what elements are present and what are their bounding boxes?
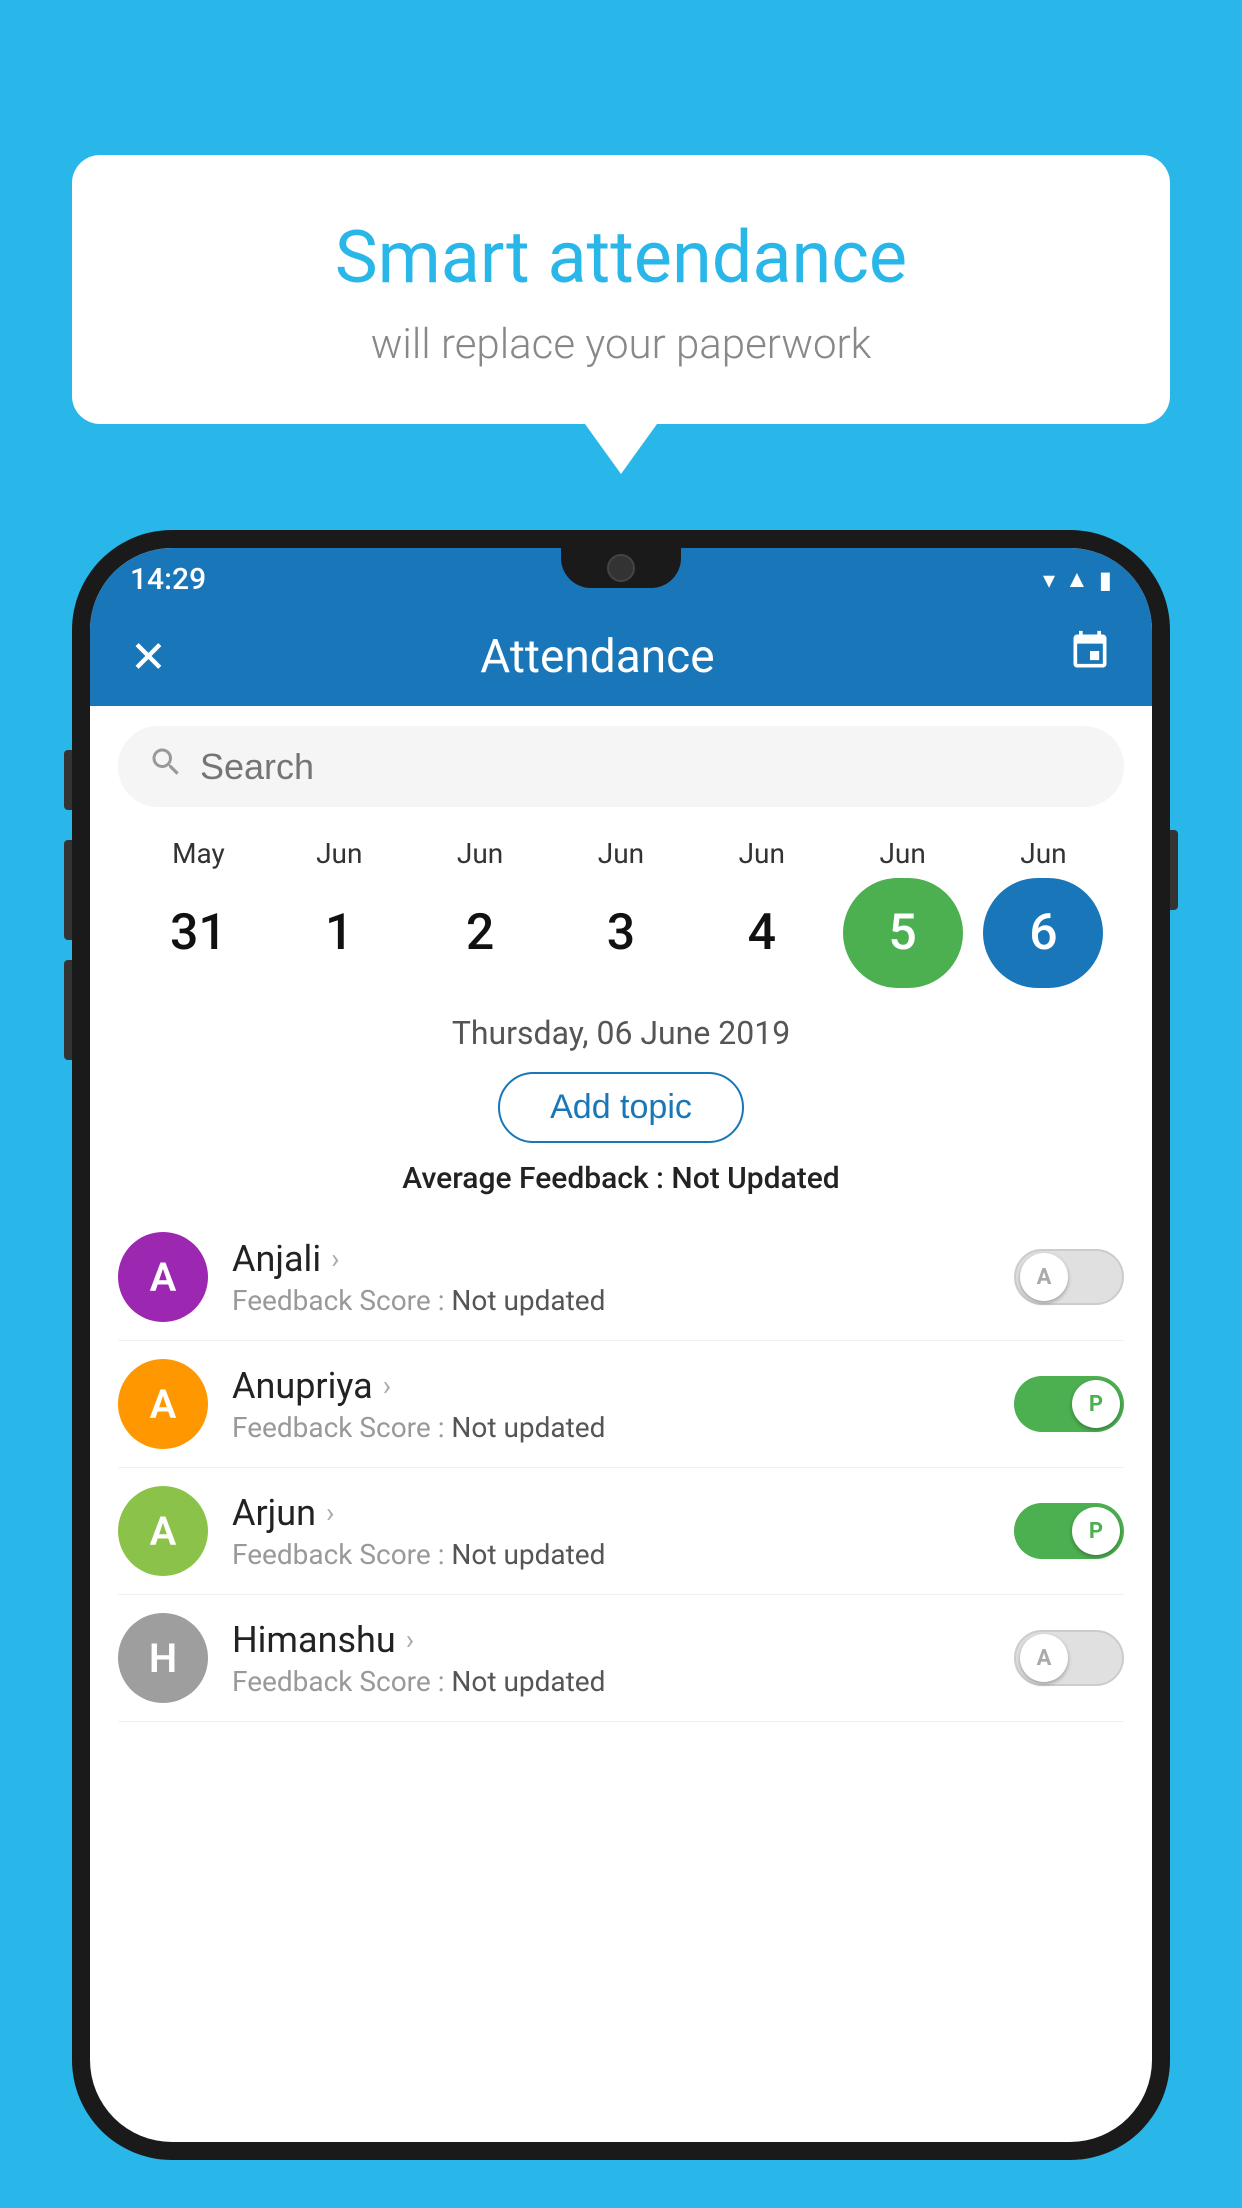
search-input[interactable] bbox=[200, 746, 1094, 788]
student-item-anupriya[interactable]: A Anupriya › Feedback Score : Not update… bbox=[118, 1341, 1124, 1468]
calendar-strip: May Jun Jun Jun Jun Jun Jun 31 1 2 3 4 5… bbox=[90, 827, 1152, 996]
attendance-toggle-himanshu[interactable]: A bbox=[1014, 1630, 1124, 1686]
student-name-himanshu: Himanshu › bbox=[232, 1619, 1014, 1661]
signal-icon: ▲ bbox=[1065, 565, 1089, 594]
cal-month-1: Jun bbox=[279, 837, 399, 870]
attendance-toggle-arjun[interactable]: P bbox=[1014, 1503, 1124, 1559]
avg-feedback-label: Average Feedback : bbox=[402, 1161, 664, 1196]
cal-month-2: Jun bbox=[420, 837, 540, 870]
cal-date-31[interactable]: 31 bbox=[138, 878, 258, 988]
phone-volume-up-button bbox=[64, 840, 72, 940]
phone-container: 14:29 ▾ ▲ ▮ ✕ Attendance bbox=[72, 530, 1170, 2208]
speech-bubble-title: Smart attendance bbox=[132, 215, 1110, 300]
toggle-arjun[interactable]: P bbox=[1014, 1503, 1124, 1559]
student-item-arjun[interactable]: A Arjun › Feedback Score : Not updated P bbox=[118, 1468, 1124, 1595]
speech-bubble: Smart attendance will replace your paper… bbox=[72, 155, 1170, 424]
calendar-dates: 31 1 2 3 4 5 6 bbox=[118, 870, 1124, 996]
speech-bubble-subtitle: will replace your paperwork bbox=[132, 320, 1110, 369]
toggle-knob-anupriya: P bbox=[1072, 1380, 1120, 1428]
student-info-arjun: Arjun › Feedback Score : Not updated bbox=[232, 1492, 1014, 1571]
calendar-months: May Jun Jun Jun Jun Jun Jun bbox=[118, 837, 1124, 870]
cal-date-3[interactable]: 3 bbox=[561, 878, 681, 988]
cal-date-6[interactable]: 6 bbox=[983, 878, 1103, 988]
student-name-arjun: Arjun › bbox=[232, 1492, 1014, 1534]
student-item-himanshu[interactable]: H Himanshu › Feedback Score : Not update… bbox=[118, 1595, 1124, 1722]
toggle-anupriya[interactable]: P bbox=[1014, 1376, 1124, 1432]
speech-bubble-container: Smart attendance will replace your paper… bbox=[72, 155, 1170, 474]
cal-date-4[interactable]: 4 bbox=[702, 878, 822, 988]
speech-bubble-arrow bbox=[585, 424, 657, 474]
student-item-anjali[interactable]: A Anjali › Feedback Score : Not updated … bbox=[118, 1214, 1124, 1341]
cal-month-5: Jun bbox=[843, 837, 963, 870]
cal-date-5[interactable]: 5 bbox=[843, 878, 963, 988]
student-list: A Anjali › Feedback Score : Not updated … bbox=[90, 1214, 1152, 1722]
status-icons: ▾ ▲ ▮ bbox=[1043, 565, 1112, 594]
app-bar-title: Attendance bbox=[127, 630, 1068, 684]
attendance-toggle-anjali[interactable]: A bbox=[1014, 1249, 1124, 1305]
student-info-himanshu: Himanshu › Feedback Score : Not updated bbox=[232, 1619, 1014, 1698]
cal-month-0: May bbox=[138, 837, 258, 870]
phone-notch bbox=[561, 548, 681, 588]
avatar-arjun: A bbox=[118, 1486, 208, 1576]
avatar-anupriya: A bbox=[118, 1359, 208, 1449]
cal-date-1[interactable]: 1 bbox=[279, 878, 399, 988]
attendance-toggle-anupriya[interactable]: P bbox=[1014, 1376, 1124, 1432]
phone-camera bbox=[607, 554, 635, 582]
phone-silent-button bbox=[64, 750, 72, 810]
chevron-right-icon: › bbox=[406, 1623, 414, 1656]
avatar-himanshu: H bbox=[118, 1613, 208, 1703]
student-feedback-himanshu: Feedback Score : Not updated bbox=[232, 1665, 1014, 1698]
phone-power-button bbox=[1170, 830, 1178, 910]
avg-feedback: Average Feedback : Not Updated bbox=[90, 1153, 1152, 1214]
chevron-right-icon: › bbox=[326, 1496, 334, 1529]
toggle-anjali[interactable]: A bbox=[1014, 1249, 1124, 1305]
date-header: Thursday, 06 June 2019 bbox=[90, 996, 1152, 1062]
student-feedback-anjali: Feedback Score : Not updated bbox=[232, 1284, 1014, 1317]
toggle-knob-himanshu: A bbox=[1020, 1634, 1068, 1682]
phone-body: 14:29 ▾ ▲ ▮ ✕ Attendance bbox=[72, 530, 1170, 2160]
toggle-himanshu[interactable]: A bbox=[1014, 1630, 1124, 1686]
calendar-icon[interactable] bbox=[1068, 629, 1112, 684]
student-name-anupriya: Anupriya › bbox=[232, 1365, 1014, 1407]
wifi-icon: ▾ bbox=[1043, 566, 1055, 594]
toggle-knob-arjun: P bbox=[1072, 1507, 1120, 1555]
avatar-anjali: A bbox=[118, 1232, 208, 1322]
toggle-knob-anjali: A bbox=[1020, 1253, 1068, 1301]
add-topic-button[interactable]: Add topic bbox=[498, 1072, 744, 1143]
phone-volume-down-button bbox=[64, 960, 72, 1060]
battery-icon: ▮ bbox=[1099, 566, 1112, 594]
search-icon bbox=[148, 744, 184, 789]
cal-month-6: Jun bbox=[983, 837, 1103, 870]
search-bar[interactable] bbox=[118, 726, 1124, 807]
status-time: 14:29 bbox=[130, 562, 206, 597]
chevron-right-icon: › bbox=[331, 1242, 339, 1275]
cal-month-4: Jun bbox=[702, 837, 822, 870]
avg-feedback-value: Not Updated bbox=[671, 1161, 839, 1196]
chevron-right-icon: › bbox=[383, 1369, 391, 1402]
cal-date-2[interactable]: 2 bbox=[420, 878, 540, 988]
cal-month-3: Jun bbox=[561, 837, 681, 870]
student-name-anjali: Anjali › bbox=[232, 1238, 1014, 1280]
student-feedback-arjun: Feedback Score : Not updated bbox=[232, 1538, 1014, 1571]
student-info-anjali: Anjali › Feedback Score : Not updated bbox=[232, 1238, 1014, 1317]
student-feedback-anupriya: Feedback Score : Not updated bbox=[232, 1411, 1014, 1444]
app-bar: ✕ Attendance bbox=[90, 607, 1152, 706]
student-info-anupriya: Anupriya › Feedback Score : Not updated bbox=[232, 1365, 1014, 1444]
phone-screen: 14:29 ▾ ▲ ▮ ✕ Attendance bbox=[90, 548, 1152, 2142]
